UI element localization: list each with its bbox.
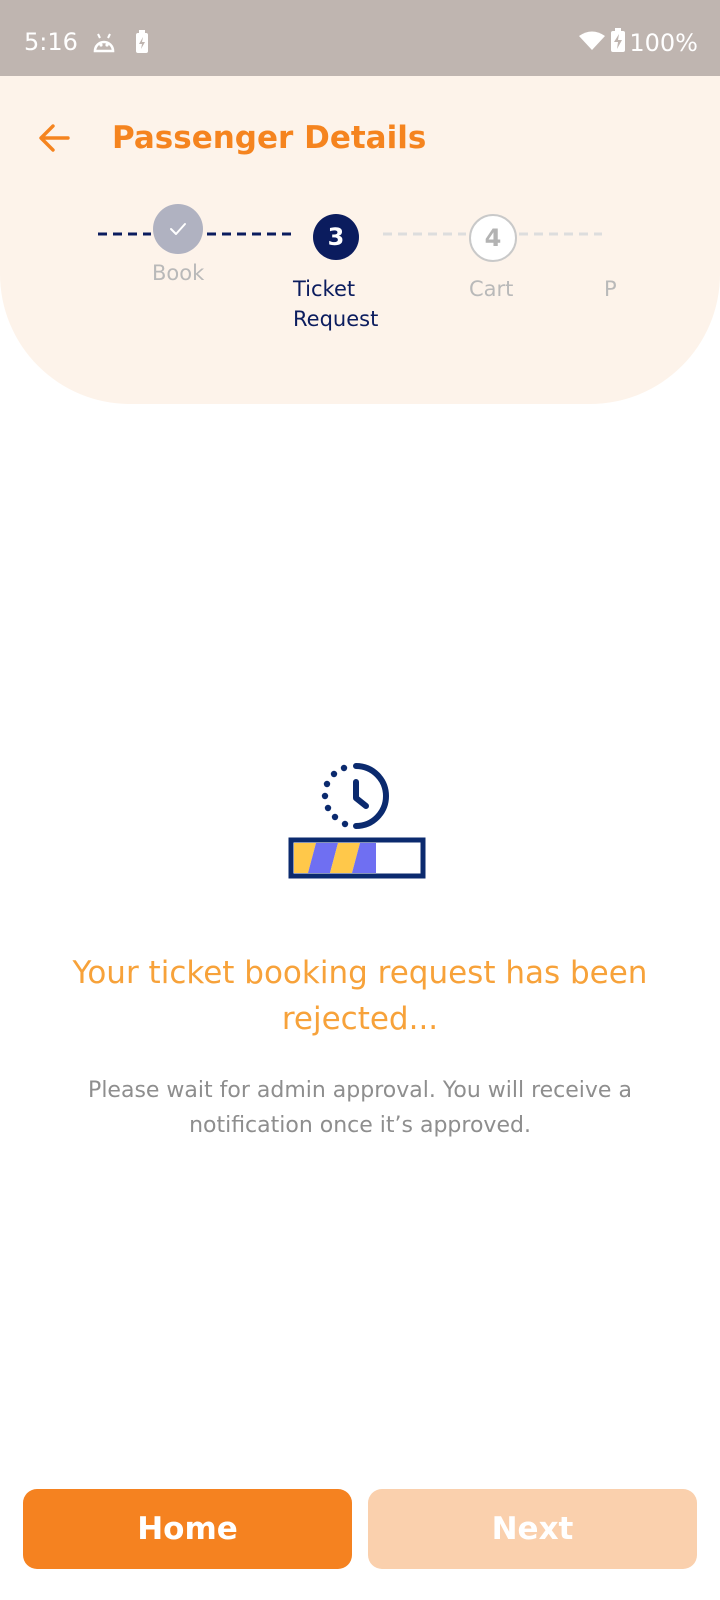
step-ticket-request-circle[interactable]: 3 [313, 214, 359, 260]
battery-saver-icon [135, 30, 149, 60]
step-cart-label: Cart [469, 277, 514, 301]
status-time: 5:16 [24, 28, 78, 56]
step-ticket-request-label-text: Ticket Request [293, 277, 379, 331]
stepper-connectors [98, 232, 602, 236]
pending-approval-clock-icon [288, 760, 432, 880]
step-ticket-request-label: Ticket Request [293, 274, 393, 334]
battery-percent: 100% [629, 29, 698, 57]
status-right-group: 100% [579, 28, 698, 58]
status-headline: Your ticket booking request has been rej… [72, 955, 648, 1037]
stepper: Book 3 Ticket Request 4 Cart P [0, 76, 720, 404]
android-icon [92, 31, 116, 59]
next-button[interactable]: Next [368, 1489, 697, 1569]
wifi-icon [579, 29, 606, 57]
step-book-label: Book [152, 261, 205, 285]
home-button[interactable]: Home [23, 1489, 352, 1569]
header: Passenger Details Book 3 Ticket Request … [0, 76, 720, 404]
status-description: Please wait for admin approval. You will… [88, 1078, 632, 1138]
status-bar: 5:16 100% [0, 0, 720, 76]
step-book-circle[interactable] [153, 204, 203, 254]
step-cart-circle[interactable]: 4 [469, 214, 517, 262]
step-payment-label: P [604, 277, 617, 301]
check-icon [170, 223, 186, 235]
battery-charging-icon [611, 28, 626, 58]
